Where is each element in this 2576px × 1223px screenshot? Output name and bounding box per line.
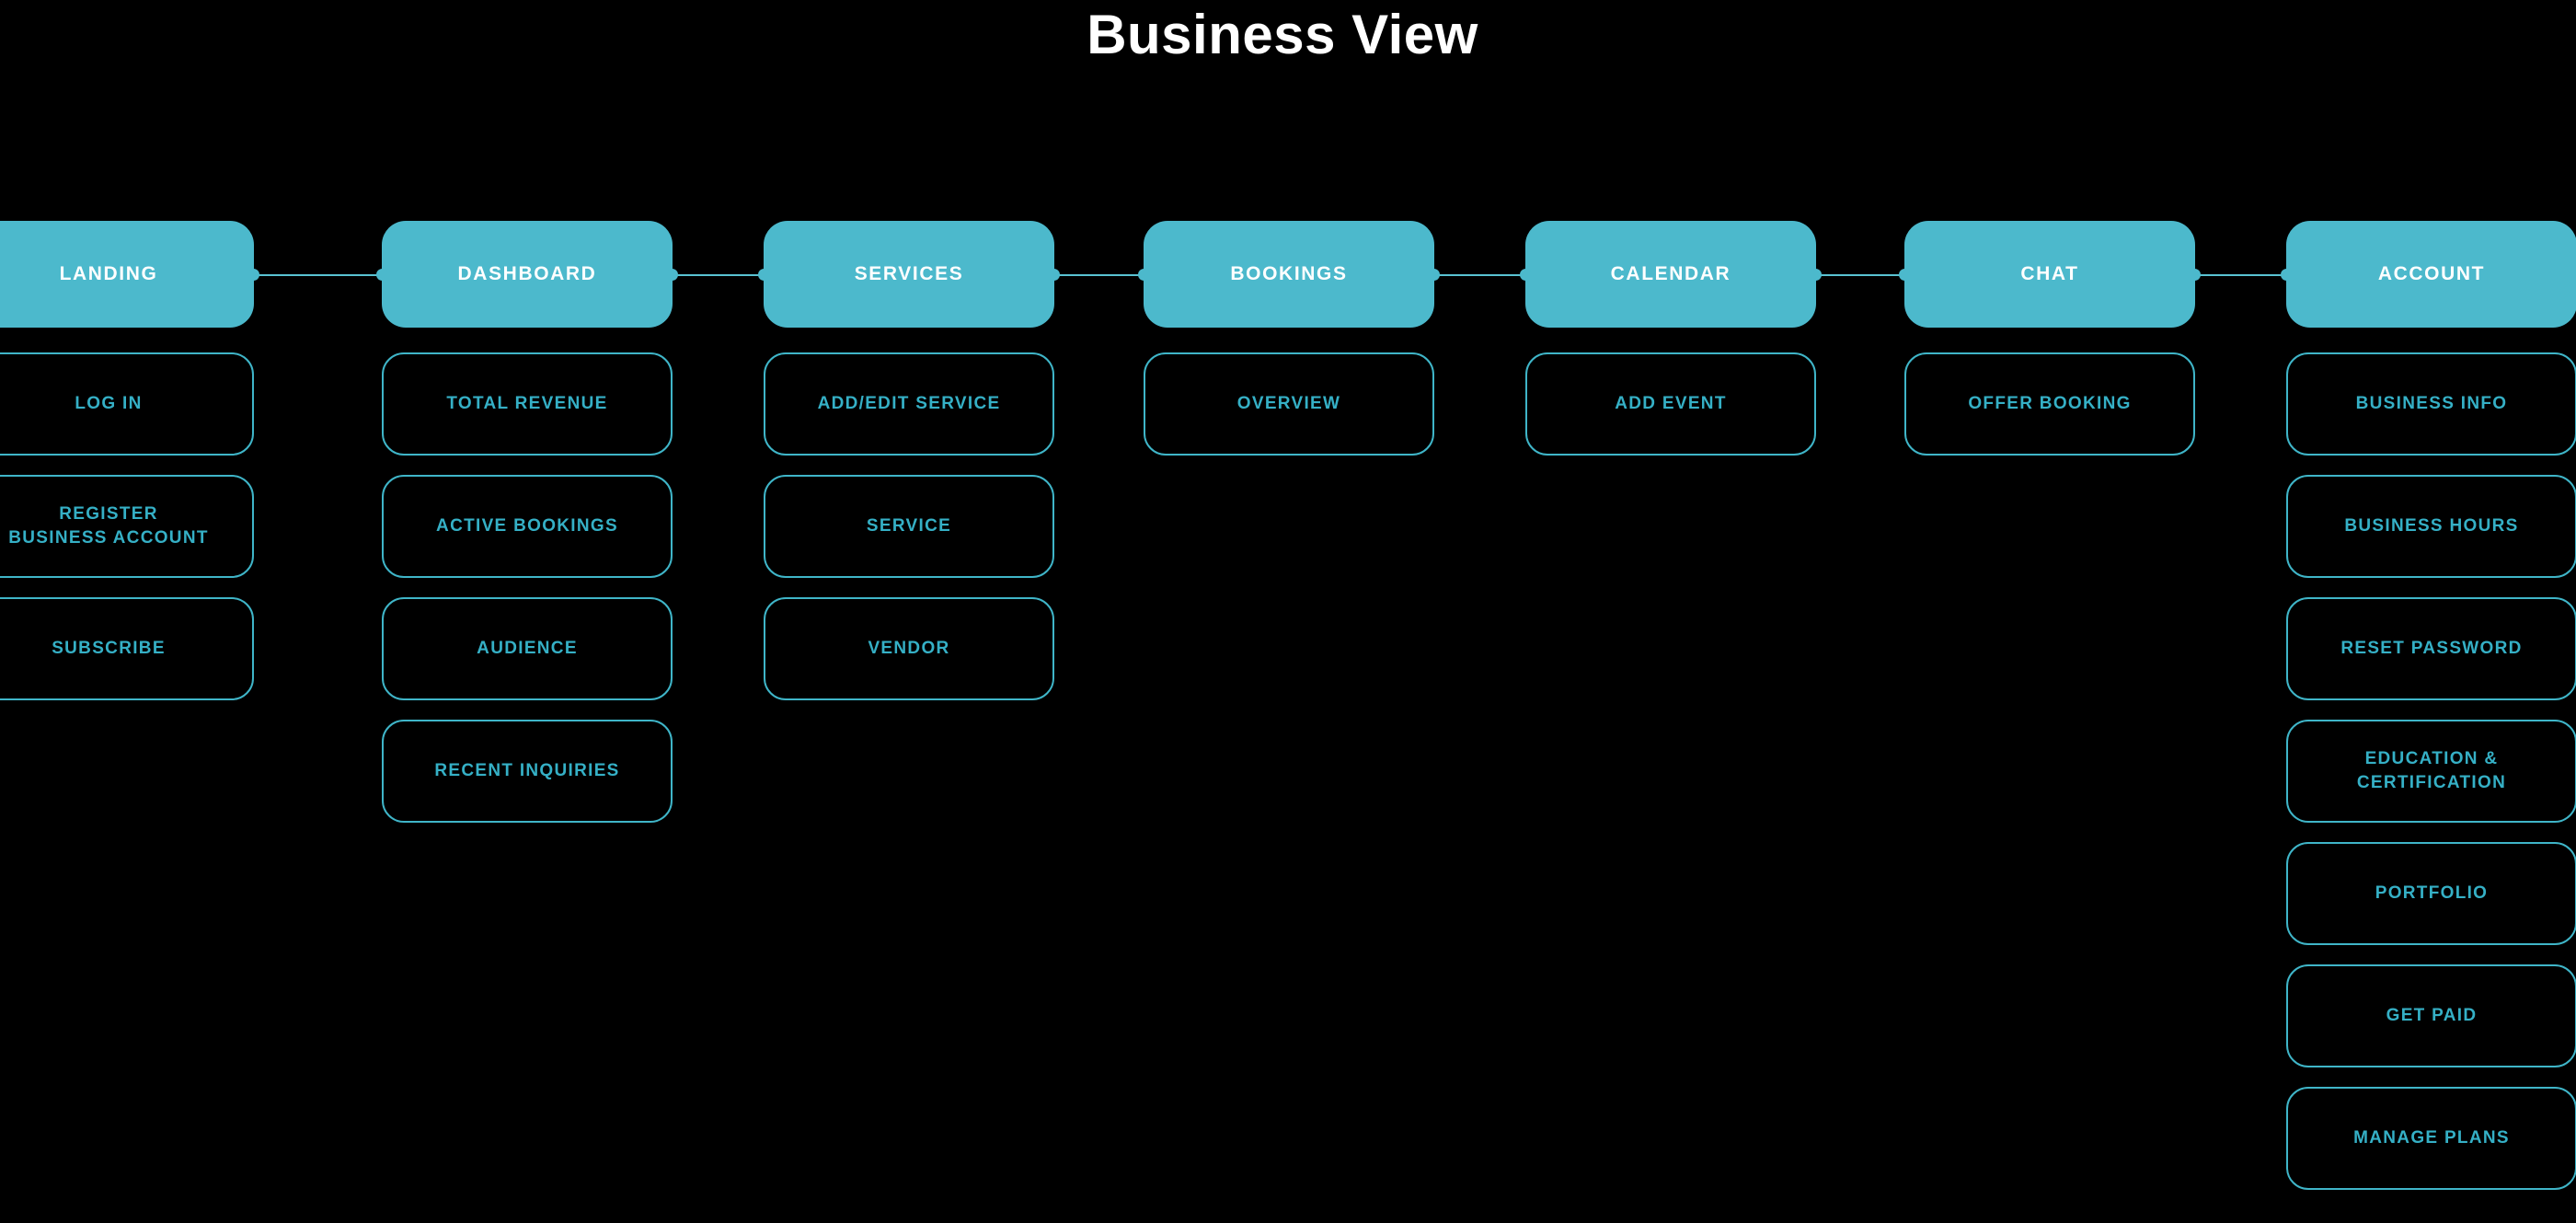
node-subscribe-label: SUBSCRIBE xyxy=(52,639,166,659)
node-overview[interactable]: OVERVIEW xyxy=(1144,352,1434,456)
column-calendar: CALENDAR ADD EVENT xyxy=(1520,221,1822,456)
node-get-paid-label: GET PAID xyxy=(2386,1006,2478,1026)
node-education-certification[interactable]: EDUCATION & CERTIFICATION xyxy=(2286,720,2576,823)
connector-chat-account xyxy=(2195,274,2286,276)
node-audience[interactable]: AUDIENCE xyxy=(382,597,673,700)
column-bookings: BOOKINGS OVERVIEW xyxy=(1138,221,1440,456)
sublist-services: ADD/EDIT SERVICE SERVICE VENDOR xyxy=(764,352,1054,720)
column-chat: CHAT OFFER BOOKING xyxy=(1899,221,2201,456)
node-account-label: ACCOUNT xyxy=(2377,262,2486,284)
node-business-hours[interactable]: BUSINESS HOURS xyxy=(2286,475,2576,578)
connector-landing-dashboard xyxy=(255,274,382,276)
node-landing-label: LANDING xyxy=(59,262,158,284)
node-portfolio[interactable]: PORTFOLIO xyxy=(2286,842,2576,945)
port-left-icon xyxy=(376,268,388,281)
connector-calendar-chat xyxy=(1816,274,1904,276)
node-chat-label: CHAT xyxy=(2020,262,2079,284)
port-left-icon xyxy=(1899,268,1911,281)
sublist-dashboard: TOTAL REVENUE ACTIVE BOOKINGS AUDIENCE R… xyxy=(382,352,673,842)
node-active-bookings-label: ACTIVE BOOKINGS xyxy=(436,516,618,537)
node-services[interactable]: SERVICES xyxy=(758,221,1060,328)
node-bookings-label: BOOKINGS xyxy=(1230,262,1348,284)
port-right-icon xyxy=(1048,268,1060,281)
port-right-icon xyxy=(666,268,678,281)
port-left-icon xyxy=(758,268,770,281)
node-bookings[interactable]: BOOKINGS xyxy=(1138,221,1440,328)
node-audience-label: AUDIENCE xyxy=(477,639,578,659)
column-account: ACCOUNT BUSINESS INFO BUSINESS HOURS RES… xyxy=(2281,221,2576,1190)
node-business-info[interactable]: BUSINESS INFO xyxy=(2286,352,2576,456)
node-log-in[interactable]: LOG IN xyxy=(0,352,254,456)
port-left-icon xyxy=(1138,268,1150,281)
node-total-revenue[interactable]: TOTAL REVENUE xyxy=(382,352,673,456)
node-calendar-label: CALENDAR xyxy=(1610,262,1731,284)
connector-services-bookings xyxy=(1054,274,1144,276)
node-active-bookings[interactable]: ACTIVE BOOKINGS xyxy=(382,475,673,578)
port-right-icon xyxy=(1810,268,1822,281)
node-landing[interactable]: LANDING xyxy=(0,221,259,328)
node-services-label: SERVICES xyxy=(854,262,964,284)
sublist-bookings: OVERVIEW xyxy=(1144,352,1434,475)
node-register-business-account[interactable]: REGISTER BUSINESS ACCOUNT xyxy=(0,475,254,578)
node-education-certification-label: EDUCATION & CERTIFICATION xyxy=(2356,749,2507,792)
node-offer-booking-label: OFFER BOOKING xyxy=(1968,394,2132,414)
column-dashboard: DASHBOARD TOTAL REVENUE ACTIVE BOOKINGS … xyxy=(376,221,678,823)
node-total-revenue-label: TOTAL REVENUE xyxy=(446,394,608,414)
node-service-label: SERVICE xyxy=(866,516,952,537)
port-left-icon xyxy=(2281,268,2293,281)
node-get-paid[interactable]: GET PAID xyxy=(2286,964,2576,1067)
connector-bookings-calendar xyxy=(1434,274,1525,276)
column-landing: LANDING LOG IN REGISTER BUSINESS ACCOUNT … xyxy=(0,221,259,700)
sublist-account: BUSINESS INFO BUSINESS HOURS RESET PASSW… xyxy=(2286,352,2576,1209)
node-recent-inquiries-label: RECENT INQUIRIES xyxy=(434,761,620,781)
node-account[interactable]: ACCOUNT xyxy=(2281,221,2576,328)
node-add-event-label: ADD EVENT xyxy=(1615,394,1727,414)
sublist-chat: OFFER BOOKING xyxy=(1904,352,2195,475)
port-right-icon xyxy=(1428,268,1440,281)
port-right-icon xyxy=(247,268,259,281)
node-add-edit-service-label: ADD/EDIT SERVICE xyxy=(817,394,1001,414)
node-add-edit-service[interactable]: ADD/EDIT SERVICE xyxy=(764,352,1054,456)
node-offer-booking[interactable]: OFFER BOOKING xyxy=(1904,352,2195,456)
page-title: Business View xyxy=(1087,4,1478,65)
node-calendar[interactable]: CALENDAR xyxy=(1520,221,1822,328)
node-manage-plans[interactable]: MANAGE PLANS xyxy=(2286,1087,2576,1190)
node-portfolio-label: PORTFOLIO xyxy=(2375,883,2489,904)
node-chat[interactable]: CHAT xyxy=(1899,221,2201,328)
node-dashboard[interactable]: DASHBOARD xyxy=(376,221,678,328)
connector-dashboard-services xyxy=(673,274,764,276)
node-reset-password[interactable]: RESET PASSWORD xyxy=(2286,597,2576,700)
flowchart-diagram: Business View LANDING LOG IN REGISTER BUS… xyxy=(0,0,2576,1223)
node-vendor[interactable]: VENDOR xyxy=(764,597,1054,700)
node-overview-label: OVERVIEW xyxy=(1236,394,1341,414)
node-service[interactable]: SERVICE xyxy=(764,475,1054,578)
node-dashboard-label: DASHBOARD xyxy=(457,262,597,284)
node-reset-password-label: RESET PASSWORD xyxy=(2340,639,2523,659)
node-business-info-label: BUSINESS INFO xyxy=(2355,394,2508,414)
column-services: SERVICES ADD/EDIT SERVICE SERVICE VENDOR xyxy=(758,221,1060,700)
node-vendor-label: VENDOR xyxy=(868,639,950,659)
node-add-event[interactable]: ADD EVENT xyxy=(1525,352,1816,456)
node-business-hours-label: BUSINESS HOURS xyxy=(2344,516,2519,537)
sublist-calendar: ADD EVENT xyxy=(1525,352,1816,475)
node-register-business-account-label: REGISTER BUSINESS ACCOUNT xyxy=(8,504,209,548)
port-right-icon xyxy=(2189,268,2201,281)
node-subscribe[interactable]: SUBSCRIBE xyxy=(0,597,254,700)
node-log-in-label: LOG IN xyxy=(75,394,143,414)
node-recent-inquiries[interactable]: RECENT INQUIRIES xyxy=(382,720,673,823)
node-manage-plans-label: MANAGE PLANS xyxy=(2353,1128,2510,1148)
sublist-landing: LOG IN REGISTER BUSINESS ACCOUNT SUBSCRIB… xyxy=(0,352,254,720)
port-left-icon xyxy=(1520,268,1532,281)
